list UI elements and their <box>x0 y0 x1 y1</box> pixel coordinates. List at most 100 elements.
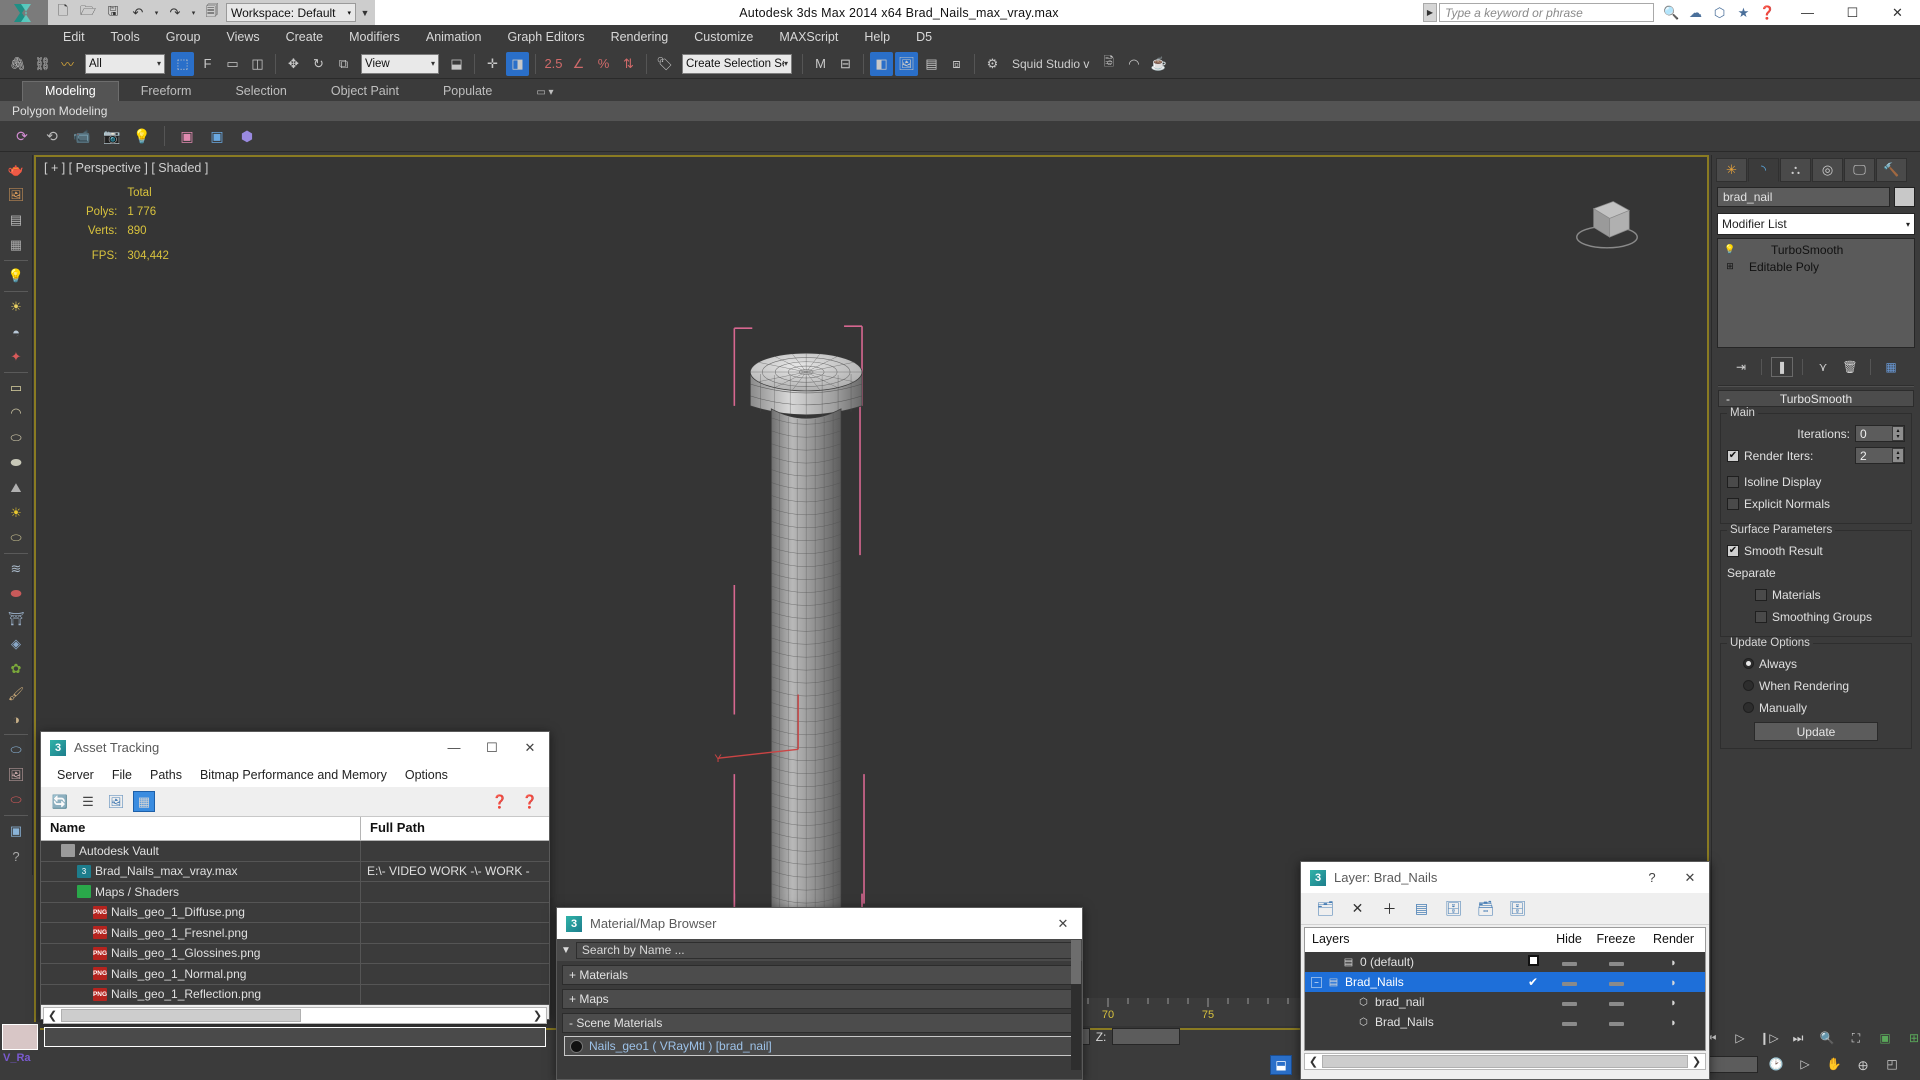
tab-create[interactable]: ✳ <box>1716 158 1747 182</box>
layer-window-titlebar[interactable]: 3 Layer: Brad_Nails ? ✕ <box>1301 862 1709 893</box>
undo-icon[interactable]: ↶ <box>127 2 149 23</box>
ribbon-render-icon[interactable]: 📷 <box>100 124 124 148</box>
help-button[interactable]: ? <box>1633 862 1671 893</box>
ribbon-tab-modeling[interactable]: Modeling <box>22 81 119 101</box>
select-and-rotate-icon[interactable]: ↻ <box>307 52 330 76</box>
vray-map-icon[interactable]: 🖼 <box>3 763 29 787</box>
material-editor-icon[interactable]: ◧ <box>870 51 893 76</box>
zoom-region-icon[interactable]: 🔍 <box>1816 1028 1838 1048</box>
add-selection-icon[interactable]: ＋ <box>1379 898 1400 919</box>
snap-toggle-icon[interactable]: 2.5 <box>542 52 565 76</box>
vray-proxy-icon[interactable]: ⬬ <box>3 582 29 606</box>
material-browser-scrollbar[interactable] <box>1071 940 1081 1070</box>
radio-button[interactable] <box>1743 702 1754 713</box>
vray-displacement-icon[interactable]: ◈ <box>3 632 29 656</box>
remove-modifier-icon[interactable]: 🗑 <box>1839 357 1861 377</box>
layer-row[interactable]: ⬡ Brad_Nails ◗ <box>1305 1012 1705 1032</box>
materials-row[interactable]: Materials <box>1727 585 1905 604</box>
vray-sunlight-icon[interactable]: ☀ <box>3 501 29 525</box>
vray-sphere-icon[interactable]: ⬭ <box>3 426 29 450</box>
vray-sun-icon[interactable]: ☀ <box>3 295 29 319</box>
ribbon-sync-icon[interactable]: ⟲ <box>40 124 64 148</box>
spinner-arrows-icon[interactable]: ▴ ▾ <box>1892 448 1904 463</box>
orbit-icon[interactable]: 🜨 <box>1852 1054 1874 1074</box>
layer-settings-icon[interactable]: 🗄 <box>1507 898 1528 919</box>
smooth-result-row[interactable]: ✔ Smooth Result <box>1727 541 1905 560</box>
tab-modify[interactable]: ◝ <box>1748 158 1779 182</box>
menu-item-maxscript[interactable]: MAXScript <box>766 25 851 49</box>
freeze-toggle-icon[interactable] <box>1608 1022 1624 1026</box>
hide-toggle-icon[interactable] <box>1561 1022 1577 1026</box>
render-toggle-icon[interactable]: ◗ <box>1670 957 1677 969</box>
minimize-button[interactable]: — <box>435 732 473 763</box>
mirror-icon[interactable]: ✛ <box>481 52 504 76</box>
workspace-selector[interactable]: Workspace: Default ▾ <box>226 3 356 22</box>
select-by-name-icon[interactable]: F <box>196 52 219 76</box>
layer-row[interactable]: ▤ 0 (default) ◗ <box>1305 952 1705 972</box>
material-browser-titlebar[interactable]: 3 Material/Map Browser ✕ <box>557 908 1082 939</box>
scroll-left-icon[interactable]: ❮ <box>44 1009 61 1022</box>
exchange-icon[interactable]: ⬡ <box>1710 3 1729 22</box>
maximize-viewport-toggle-icon[interactable]: ◰ <box>1881 1054 1903 1074</box>
set-project-icon[interactable]: 🗐 <box>201 2 223 23</box>
render-production-icon[interactable]: ⧈ <box>945 52 968 76</box>
asset-table-row[interactable]: PNG Nails_geo_1_Reflection.png <box>41 984 549 1005</box>
menu-item-create[interactable]: Create <box>273 25 337 49</box>
reference-coord-combo[interactable]: View ▾ <box>361 53 439 74</box>
asset-table-row[interactable]: PNG Nails_geo_1_Glossines.png <box>41 943 549 964</box>
asset-menu-file[interactable]: File <box>103 768 141 782</box>
menu-item-rendering[interactable]: Rendering <box>598 25 682 49</box>
render-settings-icon[interactable]: ⚙ <box>981 52 1004 76</box>
vray-batch-render-icon[interactable]: ▣ <box>3 819 29 843</box>
make-unique-icon[interactable]: ⋎ <box>1812 357 1834 377</box>
tab-display[interactable]: 🖵 <box>1844 158 1875 182</box>
material-section--scene-materials[interactable]: - Scene Materials <box>562 1013 1077 1033</box>
refresh-icon[interactable]: 🔄 <box>49 791 71 812</box>
ribbon-overflow-icon[interactable]: ▭ ▾ <box>514 85 575 101</box>
smoothing-groups-row[interactable]: Smoothing Groups <box>1727 607 1905 626</box>
render-teapot-icon[interactable]: ◠ <box>1122 52 1145 76</box>
asset-menu-bitmap-performance-and-memory[interactable]: Bitmap Performance and Memory <box>191 768 396 782</box>
angle-snap-icon[interactable]: ∠ <box>567 52 590 76</box>
asset-menu-paths[interactable]: Paths <box>141 768 191 782</box>
asset-table-row[interactable]: 3 Brad_Nails_max_vray.max E:\- VIDEO WORK … <box>41 861 549 882</box>
material-section--materials[interactable]: + Materials <box>562 965 1077 985</box>
cloud-icon[interactable]: ☁ <box>1686 3 1705 22</box>
vray-dome-icon[interactable]: ◠ <box>3 401 29 425</box>
hand-pan-icon[interactable]: ✋ <box>1823 1054 1845 1074</box>
menu-item-group[interactable]: Group <box>153 25 214 49</box>
qat-overflow-icon[interactable]: ▼ <box>359 2 371 23</box>
select-objects-in-layer-icon[interactable]: ▤ <box>1411 898 1432 919</box>
render-iters-spinner[interactable]: 2 ▴ ▾ <box>1855 447 1905 464</box>
pin-stack-icon[interactable]: ⇥ <box>1730 357 1752 377</box>
selection-filter-combo[interactable]: All ▾ <box>85 53 165 74</box>
new-file-icon[interactable]: 🗋 <box>52 2 74 23</box>
percent-snap-icon[interactable]: % <box>592 52 615 76</box>
menu-item-modifiers[interactable]: Modifiers <box>336 25 413 49</box>
smooth-result-checkbox[interactable]: ✔ <box>1727 544 1739 557</box>
named-selection-sets-icon[interactable]: 🏷 <box>653 52 676 76</box>
favorites-star-icon[interactable]: ★ <box>1734 3 1753 22</box>
mirror-tool-icon[interactable]: M <box>809 52 832 76</box>
filter-funnel-icon[interactable]: ▼ <box>561 945 571 956</box>
hide-toggle-icon[interactable] <box>1561 982 1577 986</box>
materials-checkbox[interactable] <box>1755 588 1767 601</box>
freeze-toggle-icon[interactable] <box>1608 962 1624 966</box>
iterations-spinner[interactable]: 0 ▴ ▾ <box>1855 425 1905 442</box>
rendered-frame-window-icon[interactable]: ▤ <box>920 52 943 76</box>
material-section--maps[interactable]: + Maps <box>562 989 1077 1009</box>
update-option-when-rendering[interactable]: When Rendering <box>1727 676 1905 695</box>
create-new-layer-icon[interactable]: 🗂 <box>1315 898 1336 919</box>
list-view-icon[interactable]: ☰ <box>77 791 99 812</box>
go-to-end-icon[interactable]: ⏭ <box>1787 1028 1809 1048</box>
open-file-icon[interactable]: 🗁 <box>77 2 99 23</box>
vray-ies-light-icon[interactable]: ✦ <box>3 345 29 369</box>
tab-hierarchy[interactable]: ⛬ <box>1780 158 1811 182</box>
collapse-icon[interactable]: − <box>1311 976 1322 988</box>
asset-table-row[interactable]: Maps / Shaders <box>41 882 549 903</box>
modifier-list-combo[interactable]: Modifier List ▾ <box>1717 213 1915 235</box>
highlight-selected-icon[interactable]: 🗄 <box>1443 898 1464 919</box>
object-color-swatch[interactable] <box>1894 187 1915 207</box>
explicit-normals-row[interactable]: Explicit Normals <box>1727 494 1905 513</box>
configure-sets-icon[interactable]: ▦ <box>1880 357 1902 377</box>
